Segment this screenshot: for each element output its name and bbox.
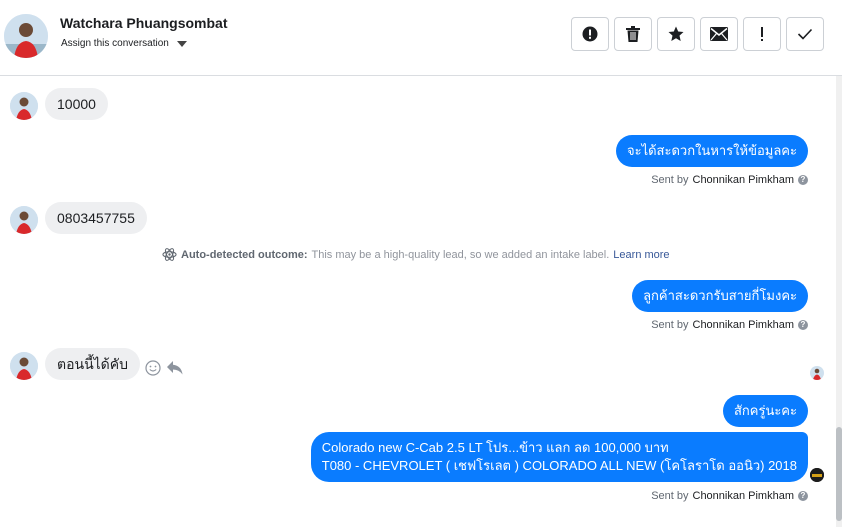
assign-label: Assign this conversation [61, 38, 169, 49]
sender-name[interactable]: Chonnikan Pimkham [693, 490, 795, 502]
conversation-header: Watchara Phuangsombat Assign this conver… [0, 0, 842, 76]
contact-avatar-small [10, 92, 38, 120]
incoming-message[interactable]: 10000 [45, 88, 108, 120]
incoming-message[interactable]: 0803457755 [45, 202, 147, 234]
star-icon [668, 26, 684, 41]
contact-avatar-small [10, 206, 38, 234]
sent-by-label: Sent by Chonnikan Pimkham ? [651, 490, 808, 502]
assign-conversation-dropdown[interactable]: Assign this conversation [61, 38, 187, 49]
outgoing-message[interactable]: จะได้สะดวกในหารให้ข้อมูลคะ [615, 135, 808, 167]
mail-icon [710, 27, 728, 41]
message-actions [145, 360, 183, 376]
caret-down-icon [176, 40, 187, 47]
mark-done-button[interactable] [786, 17, 824, 51]
important-button[interactable] [743, 17, 781, 51]
report-icon [582, 26, 598, 42]
delete-button[interactable] [614, 17, 652, 51]
sender-name[interactable]: Chonnikan Pimkham [693, 319, 795, 331]
help-icon[interactable]: ? [798, 175, 808, 185]
message-line: T080 - CHEVROLET ( เชฟโรเลต ) COLORADO A… [321, 458, 797, 473]
message-line: Colorado new C-Cab 2.5 LT โปร...ข้าว แลก… [321, 440, 669, 455]
sent-by-label: Sent by Chonnikan Pimkham ? [651, 319, 808, 331]
star-button[interactable] [657, 17, 695, 51]
check-icon [797, 28, 813, 40]
mark-unread-button[interactable] [700, 17, 738, 51]
message-thread[interactable]: 10000 จะได้สะดวกในหารให้ข้อมูลคะ Sent by… [0, 76, 836, 527]
sent-by-label: Sent by Chonnikan Pimkham ? [651, 174, 808, 186]
contact-name[interactable]: Watchara Phuangsombat [60, 15, 228, 31]
sender-name[interactable]: Chonnikan Pimkham [693, 174, 795, 186]
outgoing-message[interactable]: Colorado new C-Cab 2.5 LT โปร...ข้าว แลก… [310, 432, 808, 482]
outgoing-message[interactable]: สักครู่นะคะ [722, 395, 808, 427]
outcome-title: Auto-detected outcome: [181, 248, 308, 261]
learn-more-link[interactable]: Learn more [613, 249, 669, 261]
important-icon [761, 27, 763, 41]
help-icon[interactable]: ? [798, 320, 808, 330]
contact-avatar[interactable] [4, 14, 48, 58]
incoming-message[interactable]: ตอนนี้ได้คับ [45, 348, 141, 380]
outcome-text: This may be a high-quality lead, so we a… [311, 248, 610, 261]
help-icon[interactable]: ? [798, 491, 808, 501]
contact-avatar-small [10, 352, 38, 380]
scrollbar-thumb[interactable] [836, 427, 842, 521]
report-button[interactable] [571, 17, 609, 51]
page-avatar [810, 468, 824, 482]
trash-icon [626, 26, 640, 42]
outgoing-message[interactable]: ลูกค้าสะดวกรับสายกี่โมงคะ [632, 280, 808, 312]
smiley-icon[interactable] [145, 360, 161, 376]
reply-icon[interactable] [167, 361, 183, 375]
conversation-actions [571, 17, 824, 51]
seen-avatar [810, 366, 824, 380]
atom-icon [162, 248, 177, 261]
auto-detected-outcome: Auto-detected outcome: This may be a hig… [162, 247, 670, 262]
